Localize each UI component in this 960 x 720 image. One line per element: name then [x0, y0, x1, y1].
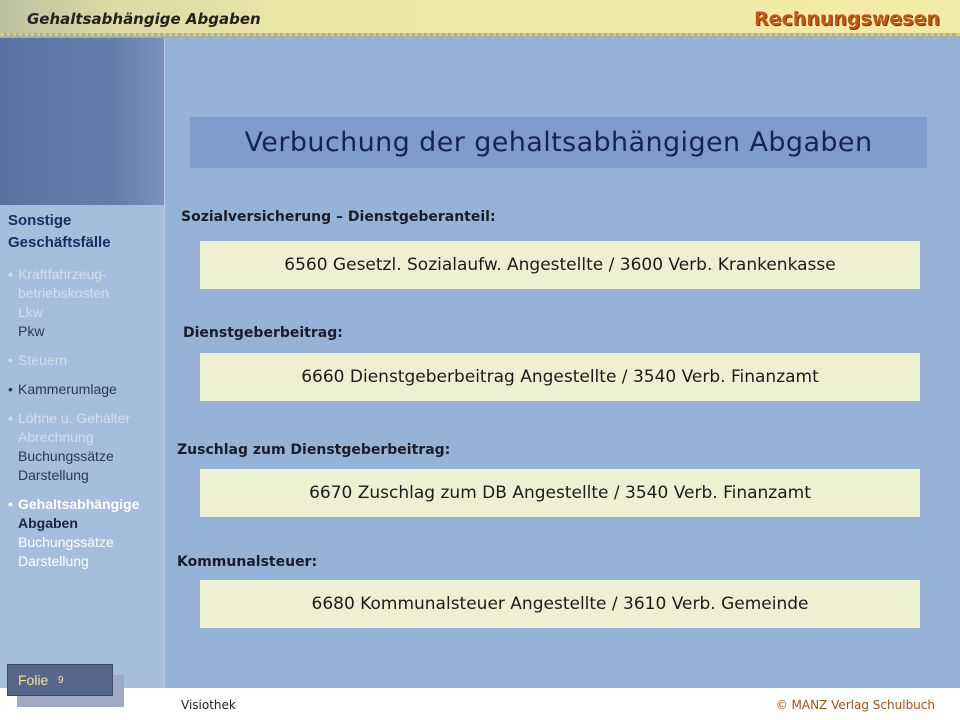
entry-heading-sozialversicherung: Sozialversicherung – Dienstgeberanteil: [181, 209, 496, 225]
slide-footer: Visiothek © MANZ Verlag Schulbuch [0, 688, 960, 720]
sidebar-item-label-active[interactable]: Gehaltsabhängige [8, 495, 162, 514]
slide-title: Verbuchung der gehaltsabhängigen Abgaben [244, 126, 873, 158]
sidebar-item-label[interactable]: Steuern [8, 351, 162, 370]
brand-title: Rechnungswesen [754, 8, 940, 30]
slide-number-badge: Folie 9 [7, 664, 113, 696]
sidebar-item-label[interactable]: Kammerumlage [8, 380, 162, 399]
entry-heading-kommunalsteuer: Kommunalsteuer: [177, 554, 318, 570]
header-bar: Gehaltsabhängige Abgaben Rechnungswesen [0, 0, 960, 34]
sidebar-top-panel [0, 38, 164, 205]
sidebar-subitem-buchungssaetze[interactable]: Buchungssätze [8, 447, 162, 466]
sidebar-subitem-lkw[interactable]: Lkw [8, 303, 162, 322]
entry-heading-dienstgeberbeitrag: Dienstgeberbeitrag: [183, 325, 343, 341]
sidebar-subitem-abrechnung[interactable]: Abrechnung [8, 428, 162, 447]
slide: Gehaltsabhängige Abgaben Rechnungswesen … [0, 0, 960, 720]
sidebar-subitem-darstellung[interactable]: Darstellung [8, 552, 162, 571]
booking-record-box: 6670 Zuschlag zum DB Angestellte / 3540 … [200, 469, 920, 517]
sidebar-divider [164, 38, 165, 688]
booking-record-box: 6680 Kommunalsteuer Angestellte / 3610 V… [200, 580, 920, 628]
sidebar-subitem-buchungssaetze[interactable]: Buchungssätze [8, 533, 162, 552]
sidebar-item-label-continued[interactable]: Abgaben [8, 514, 162, 533]
slide-number: 9 [58, 675, 64, 686]
slide-title-box: Verbuchung der gehaltsabhängigen Abgaben [190, 117, 927, 168]
sidebar-item-kammerumlage[interactable]: Kammerumlage [8, 380, 162, 399]
sidebar-item-kraftfahrzeugbetriebskosten[interactable]: Kraftfahrzeug- betriebskosten Lkw Pkw [8, 265, 162, 341]
booking-record-text: 6660 Dienstgeberbeitrag Angestellte / 35… [301, 367, 819, 387]
slide-number-label: Folie [18, 672, 49, 688]
booking-record-box: 6560 Gesetzl. Sozialaufw. Angestellte / … [200, 241, 920, 289]
footer-publisher-left: Visiothek [181, 698, 236, 712]
booking-record-text: 6560 Gesetzl. Sozialaufw. Angestellte / … [284, 255, 836, 275]
sidebar-item-label[interactable]: Kraftfahrzeug- [8, 265, 162, 284]
sidebar-item-gehaltsabhaengige-abgaben[interactable]: Gehaltsabhängige Abgaben Buchungssätze D… [8, 495, 162, 571]
booking-record-text: 6670 Zuschlag zum DB Angestellte / 3540 … [309, 483, 811, 503]
booking-record-text: 6680 Kommunalsteuer Angestellte / 3610 V… [311, 594, 809, 614]
footer-copyright: © MANZ Verlag Schulbuch [775, 698, 935, 712]
sidebar-item-label[interactable]: Löhne u. Gehälter [8, 409, 162, 428]
sidebar-section-title: Sonstige Geschäftsfälle [8, 212, 111, 251]
entry-heading-zuschlag: Zuschlag zum Dienstgeberbeitrag: [177, 442, 451, 458]
sidebar-item-label-continued[interactable]: betriebskosten [8, 284, 162, 303]
sidebar-subitem-darstellung[interactable]: Darstellung [8, 466, 162, 485]
sidebar-nav-list: Kraftfahrzeug- betriebskosten Lkw Pkw St… [8, 265, 162, 581]
sidebar-subitem-pkw[interactable]: Pkw [8, 322, 162, 341]
sidebar-nav: Sonstige Geschäftsfälle Kraftfahrzeug- b… [0, 205, 164, 688]
header-section-title: Gehaltsabhängige Abgaben [27, 10, 261, 28]
sidebar-item-loehne-gehaelter[interactable]: Löhne u. Gehälter Abrechnung Buchungssät… [8, 409, 162, 485]
booking-record-box: 6660 Dienstgeberbeitrag Angestellte / 35… [200, 353, 920, 401]
sidebar-item-steuern[interactable]: Steuern [8, 351, 162, 370]
